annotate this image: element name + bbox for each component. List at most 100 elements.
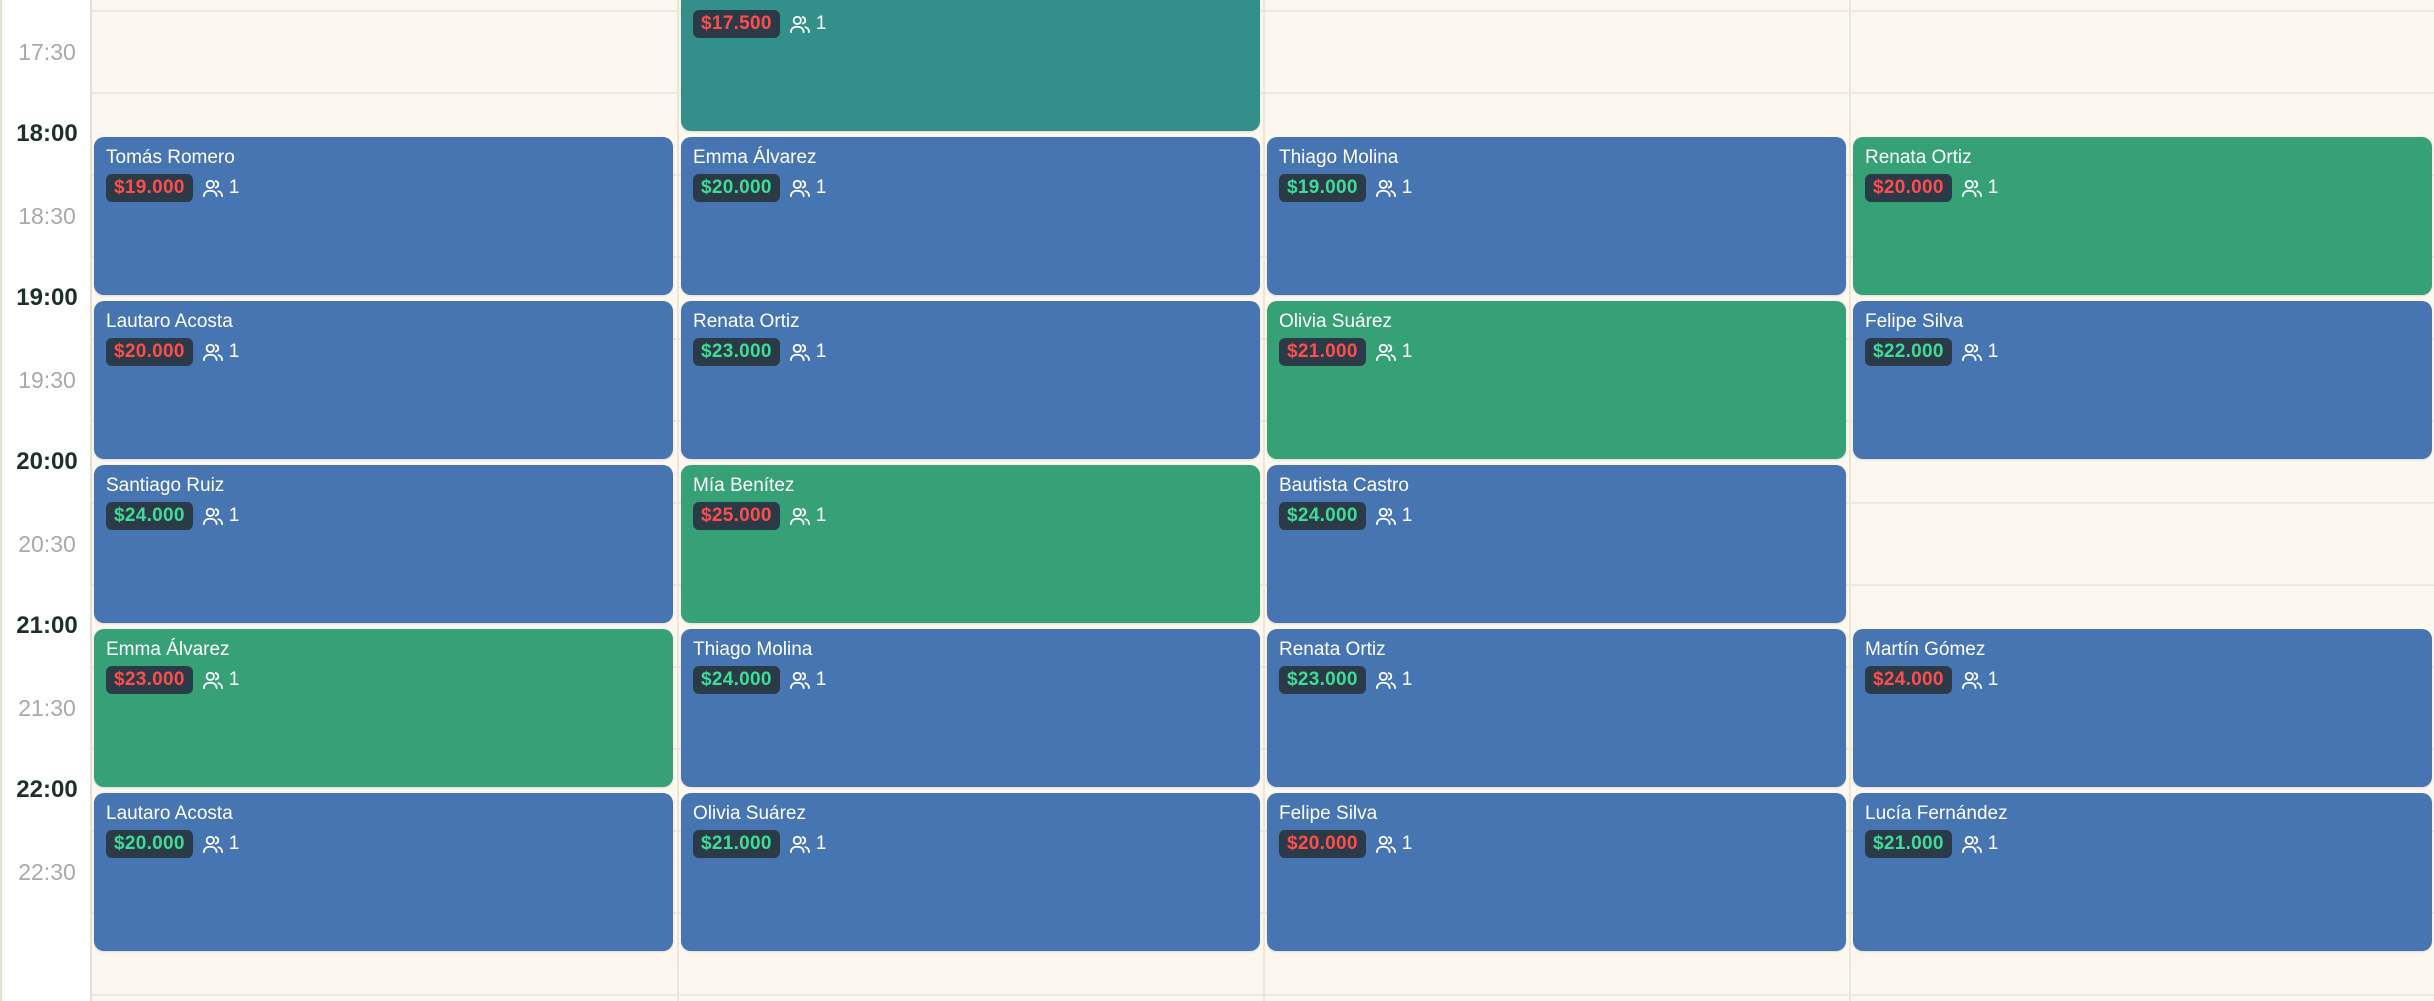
price-badge-due: $21.000 [1279,338,1366,366]
booking-meta: $24.000 1 [1865,666,2420,694]
price-badge-paid: $23.000 [1279,666,1366,694]
booking-meta: $21.000 1 [1279,338,1834,366]
grid-column-line [677,0,679,1001]
price-badge-paid: $20.000 [693,174,780,202]
booking-card[interactable]: Renata Ortiz $20.000 1 [1853,137,2432,295]
booking-meta: $19.000 1 [1279,174,1834,202]
users-icon [1375,507,1396,526]
booking-card[interactable]: Martín Gómez $24.000 1 [1853,629,2432,787]
users-icon [789,15,810,34]
people-count: 1 [815,669,827,690]
booking-meta: $20.000 1 [1865,174,2420,202]
booking-card[interactable]: Thiago Molina $19.000 1 [1267,137,1846,295]
users-icon [1961,343,1982,362]
booking-name: Felipe Silva [1865,311,1964,332]
people-count: 1 [815,505,827,526]
booking-meta: $23.000 1 [1279,666,1834,694]
time-label-1730: 17:30 [18,39,76,65]
time-label-2200: 22:00 [16,776,78,803]
booking-meta: $23.000 1 [106,666,661,694]
booking-name: Martín Gómez [1865,639,1986,660]
booking-name: Thiago Molina [693,639,813,660]
time-label-2130: 21:30 [18,695,76,721]
users-icon [202,671,223,690]
price-badge-due: $25.000 [693,502,780,530]
price-badge-due: $20.000 [1865,174,1952,202]
people-count: 1 [228,669,240,690]
people-count: 1 [1987,177,1999,198]
booking-meta: $24.000 1 [106,502,661,530]
booking-card[interactable]: Tomás Romero $19.000 1 [94,137,673,295]
price-badge-paid: $23.000 [693,338,780,366]
users-icon [202,179,223,198]
time-axis: 17:0017:3018:0018:3019:0019:3020:0020:30… [0,0,92,1001]
booking-name: Lautaro Acosta [106,803,233,824]
booking-meta: $23.000 1 [693,338,1248,366]
price-badge-due: $20.000 [106,338,193,366]
booking-name: Olivia Suárez [1279,311,1392,332]
booking-card[interactable]: Felipe Silva $22.000 1 [1853,301,2432,459]
booking-meta: $25.000 1 [693,502,1248,530]
booking-card[interactable]: Academia Infantil $17.500 1 [681,0,1260,131]
booking-meta: $20.000 1 [106,338,661,366]
booking-meta: $20.000 1 [693,174,1248,202]
booking-card[interactable]: Renata Ortiz $23.000 1 [1267,629,1846,787]
booking-card[interactable]: Bautista Castro $24.000 1 [1267,465,1846,623]
price-badge-due: $24.000 [1865,666,1952,694]
booking-card[interactable]: Emma Álvarez $20.000 1 [681,137,1260,295]
time-label-1900: 19:00 [16,284,78,311]
users-icon [789,835,810,854]
people-count: 1 [1987,833,1999,854]
people-count: 1 [1401,341,1413,362]
people-count: 1 [228,177,240,198]
users-icon [1961,671,1982,690]
people-count: 1 [815,341,827,362]
booking-card[interactable]: Emma Álvarez $23.000 1 [94,629,673,787]
price-badge-paid: $22.000 [1865,338,1952,366]
booking-card[interactable]: Lucía Fernández $21.000 1 [1853,793,2432,951]
people-count: 1 [1401,177,1413,198]
booking-name: Renata Ortiz [1279,639,1386,660]
people-count: 1 [815,177,827,198]
booking-card[interactable]: Felipe Silva $20.000 1 [1267,793,1846,951]
booking-name: Santiago Ruiz [106,475,225,496]
people-count: 1 [815,833,827,854]
time-label-1800: 18:00 [16,120,78,147]
users-icon [789,179,810,198]
users-icon [789,343,810,362]
booking-name: Olivia Suárez [693,803,806,824]
booking-card[interactable]: Olivia Suárez $21.000 1 [1267,301,1846,459]
booking-meta: $21.000 1 [1865,830,2420,858]
grid-column-line [1263,0,1265,1001]
booking-card[interactable]: Lautaro Acosta $20.000 1 [94,301,673,459]
booking-card[interactable]: Santiago Ruiz $24.000 1 [94,465,673,623]
booking-card[interactable]: Mía Benítez $25.000 1 [681,465,1260,623]
users-icon [1375,671,1396,690]
people-count: 1 [1401,833,1413,854]
booking-meta: $17.500 1 [693,10,1248,38]
users-icon [1375,179,1396,198]
users-icon [202,343,223,362]
people-count: 1 [228,505,240,526]
users-icon [1375,343,1396,362]
booking-card[interactable]: Thiago Molina $24.000 1 [681,629,1260,787]
booking-card[interactable]: Renata Ortiz $23.000 1 [681,301,1260,459]
booking-meta: $19.000 1 [106,174,661,202]
users-icon [1961,835,1982,854]
time-label-2000: 20:00 [16,448,78,475]
time-label-2100: 21:00 [16,612,78,639]
booking-card[interactable]: Olivia Suárez $21.000 1 [681,793,1260,951]
booking-card[interactable]: Lautaro Acosta $20.000 1 [94,793,673,951]
booking-name: Mía Benítez [693,475,795,496]
users-icon [1961,179,1982,198]
people-count: 1 [1987,669,1999,690]
price-badge-due: $20.000 [1279,830,1366,858]
time-label-2030: 20:30 [18,531,76,557]
booking-name: Emma Álvarez [106,639,230,660]
users-icon [202,835,223,854]
booking-name: Thiago Molina [1279,147,1399,168]
booking-name: Lautaro Acosta [106,311,233,332]
booking-name: Renata Ortiz [693,311,800,332]
booking-name: Emma Álvarez [693,147,817,168]
people-count: 1 [228,833,240,854]
